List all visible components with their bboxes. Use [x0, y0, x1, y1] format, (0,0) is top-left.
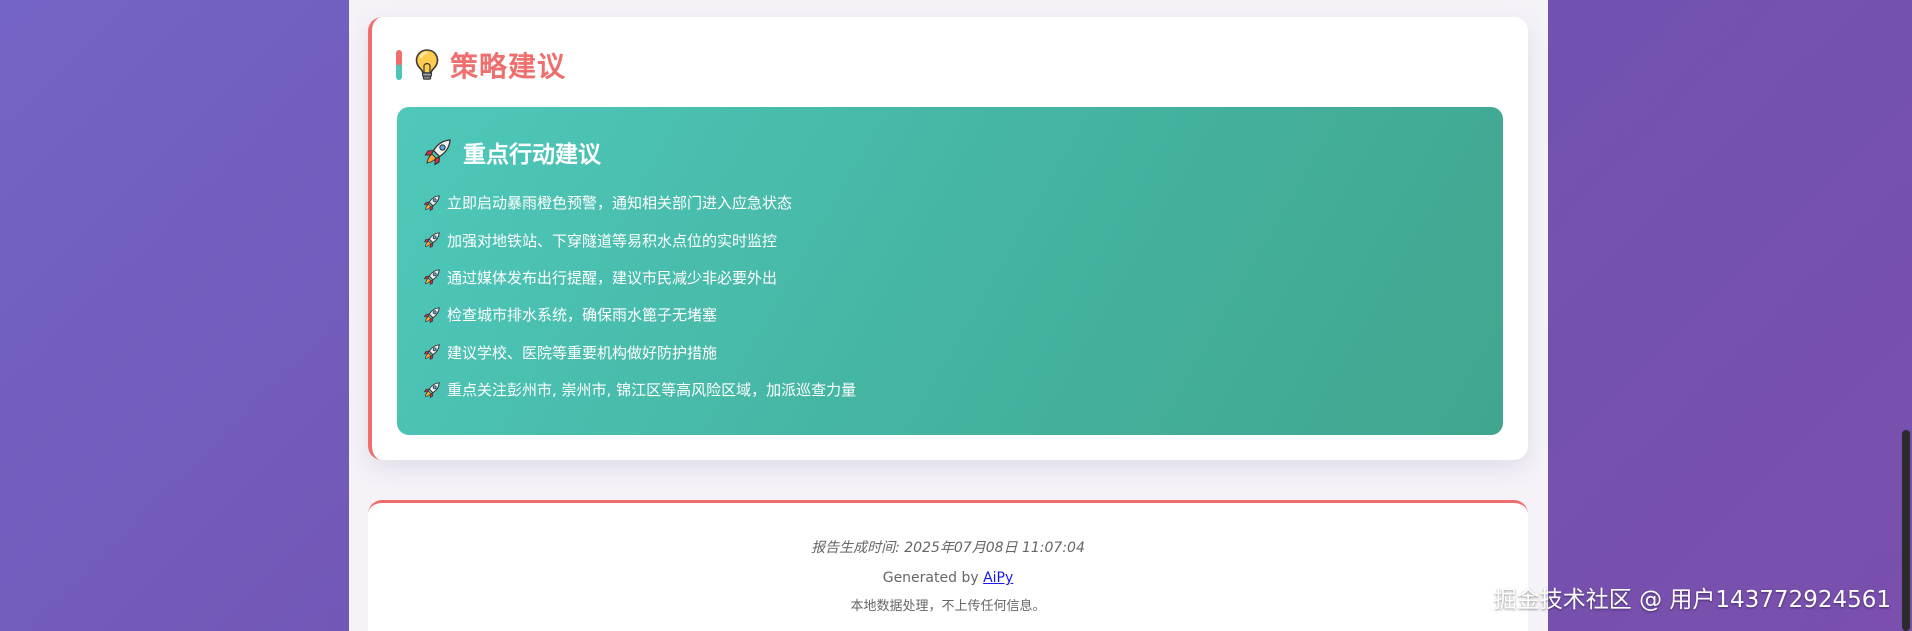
strategy-section-card: 策略建议 重点行动建议 立即启动暴雨橙色预警，通知相关部门进入应急状态 加强对地…: [368, 17, 1528, 460]
section-header: 策略建议: [396, 47, 566, 83]
rocket-icon: [423, 269, 440, 286]
action-item-text: 通过媒体发布出行提醒，建议市民减少非必要外出: [447, 268, 778, 287]
scrollbar-thumb[interactable]: [1902, 430, 1910, 631]
generated-by: Generated by AiPy: [368, 570, 1528, 586]
report-column: 策略建议 重点行动建议 立即启动暴雨橙色预警，通知相关部门进入应急状态 加强对地…: [349, 0, 1548, 631]
list-item: 重点关注彭州市, 崇州市, 锦江区等高风险区域，加派巡查力量: [423, 371, 856, 408]
action-item-text: 检查城市排水系统，确保雨水篦子无堵塞: [447, 306, 718, 325]
list-item: 检查城市排水系统，确保雨水篦子无堵塞: [423, 296, 856, 333]
action-item-text: 立即启动暴雨橙色预警，通知相关部门进入应急状态: [447, 194, 793, 213]
list-item: 立即启动暴雨橙色预警，通知相关部门进入应急状态: [423, 184, 856, 221]
privacy-note: 本地数据处理，不上传任何信息。: [850, 599, 1046, 614]
scrollbar[interactable]: [1900, 0, 1912, 631]
list-item: 建议学校、医院等重要机构做好防护措施: [423, 334, 856, 371]
rocket-icon: [424, 139, 451, 166]
rocket-icon: [423, 344, 440, 361]
action-item-text: 加强对地铁站、下穿隧道等易积水点位的实时监控: [447, 231, 778, 250]
report-footer: 报告生成时间: 2025年07月08日 11:07:04 Generated b…: [368, 500, 1528, 631]
watermark: 掘金技术社区 @ 用户143772924561: [1493, 587, 1891, 613]
list-item: 通过媒体发布出行提醒，建议市民减少非必要外出: [423, 259, 856, 296]
list-item: 加强对地铁站、下穿隧道等易积水点位的实时监控: [423, 221, 856, 258]
lightbulb-icon: [415, 49, 439, 80]
key-actions-panel: 重点行动建议 立即启动暴雨橙色预警，通知相关部门进入应急状态 加强对地铁站、下穿…: [397, 107, 1503, 435]
title-accent-bar: [396, 50, 402, 80]
section-title: 策略建议: [450, 50, 567, 83]
panel-title: 重点行动建议: [463, 142, 601, 168]
rocket-icon: [423, 232, 440, 249]
rocket-icon: [423, 307, 440, 324]
generated-by-prefix: Generated by: [882, 570, 984, 586]
action-list: 立即启动暴雨橙色预警，通知相关部门进入应急状态 加强对地铁站、下穿隧道等易积水点…: [423, 184, 856, 408]
rocket-icon: [423, 381, 440, 398]
generated-time: 报告生成时间: 2025年07月08日 11:07:04: [811, 540, 1085, 556]
panel-header: 重点行动建议: [423, 135, 601, 169]
action-item-text: 重点关注彭州市, 崇州市, 锦江区等高风险区域，加派巡查力量: [447, 381, 857, 400]
rocket-icon: [423, 194, 440, 211]
action-item-text: 建议学校、医院等重要机构做好防护措施: [447, 343, 718, 362]
aipy-link[interactable]: AiPy: [983, 570, 1013, 586]
